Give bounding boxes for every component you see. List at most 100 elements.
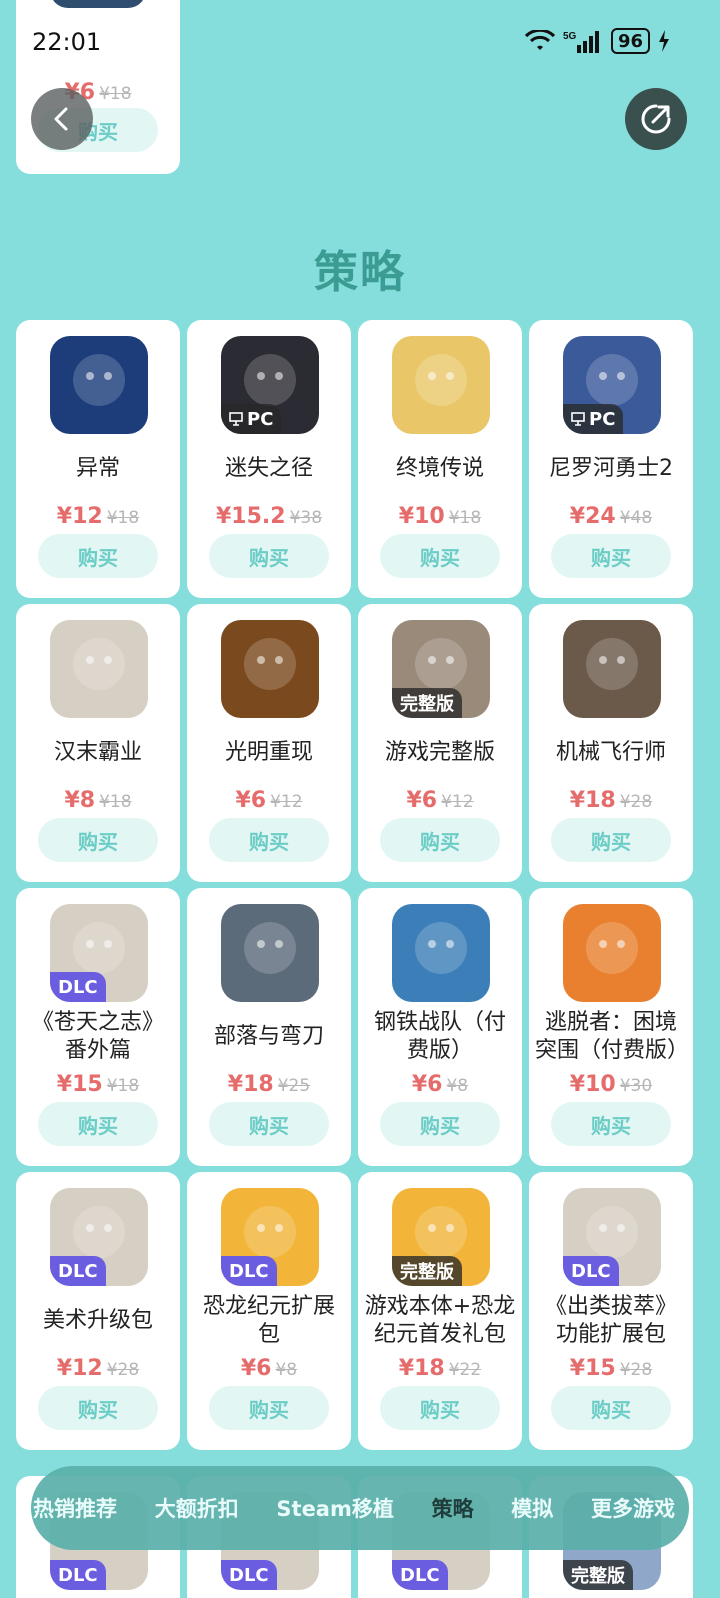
icon-badge: 完整版 — [392, 1256, 462, 1286]
charging-icon — [658, 29, 670, 53]
sale-price: ¥18 — [569, 788, 616, 813]
buy-button[interactable]: 购买 — [551, 1386, 671, 1430]
product-card[interactable]: DLC 《出类拔萃》功能扩展包 ¥15 ¥28 购买 — [529, 1172, 693, 1450]
icon-badge: DLC — [392, 1560, 448, 1590]
sale-price: ¥10 — [398, 504, 445, 529]
nav-tab[interactable]: 模拟 — [511, 1493, 553, 1523]
original-price: ¥12 — [270, 792, 303, 812]
icon-art — [415, 354, 467, 406]
original-price: ¥18 — [106, 508, 140, 528]
buy-button[interactable]: 购买 — [380, 818, 500, 862]
original-price: ¥22 — [448, 1360, 482, 1380]
original-price: ¥18 — [99, 792, 132, 812]
product-card[interactable]: 终境传说 ¥10 ¥18 购买 — [358, 320, 522, 598]
buy-button[interactable]: 购买 — [551, 1102, 671, 1146]
icon-badge: DLC — [50, 1256, 106, 1286]
product-card[interactable]: 钢铁战队（付费版） ¥6 ¥8 购买 — [358, 888, 522, 1166]
sale-price: ¥12 — [56, 504, 103, 529]
icon-badge: 完整版 — [392, 688, 462, 718]
price-row: ¥6 ¥8 — [187, 1356, 351, 1381]
buy-button[interactable]: 购买 — [551, 534, 671, 578]
buy-button[interactable]: 购买 — [38, 534, 158, 578]
sale-price: ¥8 — [64, 788, 96, 813]
product-card[interactable]: PC 尼罗河勇士2 ¥24 ¥48 购买 — [529, 320, 693, 598]
original-price: ¥8 — [275, 1360, 298, 1380]
nav-tab[interactable]: 热销推荐 — [33, 1493, 117, 1523]
game-name: 《苍天之志》番外篇 — [31, 1010, 164, 1063]
nav-tab[interactable]: 大额折扣 — [155, 1493, 239, 1523]
escapists-icon — [563, 904, 661, 1002]
buy-button[interactable]: 购买 — [209, 1386, 329, 1430]
product-card[interactable]: DLC 《苍天之志》番外篇 ¥15 ¥18 购买 — [16, 888, 180, 1166]
product-card[interactable]: PC 迷失之径 ¥15.2 ¥38 购买 — [187, 320, 351, 598]
legend-girl-icon — [392, 336, 490, 434]
sale-price: ¥15 — [569, 1356, 616, 1381]
nav-tab[interactable]: 策略 — [432, 1493, 474, 1523]
game-name: 迷失之径 — [224, 456, 313, 481]
price-row: ¥18 ¥28 — [529, 788, 693, 813]
iron-squad-icon — [392, 904, 490, 1002]
sale-price: ¥24 — [569, 504, 616, 529]
original-price: ¥28 — [619, 1360, 653, 1380]
price-row: ¥24 ¥48 — [529, 504, 693, 529]
product-card[interactable]: 汉末霸业 ¥8 ¥18 购买 — [16, 604, 180, 882]
product-card[interactable]: 完整版 游戏完整版 ¥6 ¥12 购买 — [358, 604, 522, 882]
buy-button[interactable]: 购买 — [209, 1102, 329, 1146]
original-price: ¥28 — [619, 792, 653, 812]
price-row: ¥6 ¥12 — [358, 788, 522, 813]
nile-warrior-icon: PC — [563, 336, 661, 434]
original-price: ¥30 — [619, 1076, 653, 1096]
buy-button[interactable]: 购买 — [209, 818, 329, 862]
share-icon — [641, 104, 671, 134]
price-row: ¥15.2 ¥38 — [187, 504, 351, 529]
game-name: 《出类拔萃》功能扩展包 — [544, 1294, 677, 1347]
product-card[interactable]: 异常 ¥12 ¥18 购买 — [16, 320, 180, 598]
han-warlord-icon: DLC — [50, 904, 148, 1002]
original-price: ¥18 — [448, 508, 482, 528]
buy-button[interactable]: 购买 — [38, 1386, 158, 1430]
product-card[interactable]: 光明重现 ¥6 ¥12 购买 — [187, 604, 351, 882]
game-name: 游戏完整版 — [384, 740, 495, 765]
original-price: ¥28 — [106, 1360, 140, 1380]
share-button[interactable] — [625, 88, 687, 150]
sale-price: ¥6 — [411, 1072, 443, 1097]
nav-tab[interactable]: 更多游戏 — [591, 1493, 675, 1523]
price-row: ¥15 ¥28 — [529, 1356, 693, 1381]
sale-price: ¥15.2 — [215, 504, 286, 529]
buy-button[interactable]: 购买 — [380, 534, 500, 578]
product-card[interactable]: 机械飞行师 ¥18 ¥28 购买 — [529, 604, 693, 882]
game-name: 异常 — [75, 456, 120, 481]
light-return-icon — [221, 620, 319, 718]
icon-badge: DLC — [50, 972, 106, 1002]
price-row: ¥8 ¥18 — [16, 788, 180, 813]
buy-button[interactable]: 购买 — [551, 818, 671, 862]
icon-art — [586, 922, 638, 974]
price-row: ¥12 ¥28 — [16, 1356, 180, 1381]
icon-art — [244, 922, 296, 974]
icon-badge: PC — [563, 404, 624, 434]
buy-button[interactable]: 购买 — [380, 1386, 500, 1430]
buy-button[interactable]: 购买 — [38, 1102, 158, 1146]
product-card[interactable]: DLC 美术升级包 ¥12 ¥28 购买 — [16, 1172, 180, 1450]
category-nav: 热销推荐 大额折扣 Steam移植 策略 模拟 更多游戏 — [31, 1466, 689, 1550]
product-card[interactable]: 逃脱者：困境突围（付费版） ¥10 ¥30 购买 — [529, 888, 693, 1166]
buy-button[interactable]: 购买 — [380, 1102, 500, 1146]
price-row: ¥18 ¥22 — [358, 1356, 522, 1381]
game-name: 游戏本体+恐龙纪元首发礼包 — [364, 1294, 516, 1347]
buy-button[interactable]: 购买 — [209, 534, 329, 578]
nav-tab[interactable]: Steam移植 — [276, 1493, 393, 1523]
product-card[interactable]: 完整版 游戏本体+恐龙纪元首发礼包 ¥18 ¥22 购买 — [358, 1172, 522, 1450]
product-card[interactable]: DLC 恐龙纪元扩展包 ¥6 ¥8 购买 — [187, 1172, 351, 1450]
mech-pilot-icon — [563, 620, 661, 718]
price-row: ¥18 ¥25 — [187, 1072, 351, 1097]
back-button[interactable] — [31, 88, 93, 150]
wifi-icon — [524, 29, 555, 53]
icon-badge: DLC — [563, 1256, 619, 1286]
sale-price: ¥6 — [235, 788, 267, 813]
game-name: 机械飞行师 — [555, 740, 666, 765]
chevron-left-icon — [54, 107, 68, 131]
section-title: 策略 — [314, 247, 406, 298]
buy-button[interactable]: 购买 — [38, 818, 158, 862]
black-cat-icon: 完整版 — [392, 1188, 490, 1286]
product-card[interactable]: 部落与弯刀 ¥18 ¥25 购买 — [187, 888, 351, 1166]
